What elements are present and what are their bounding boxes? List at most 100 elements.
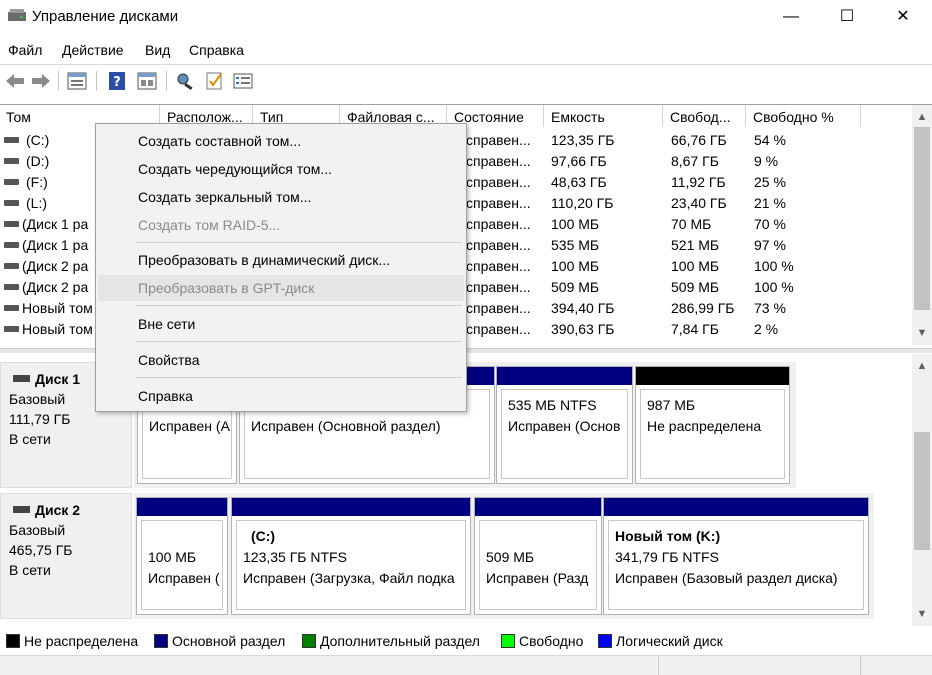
scroll-down-icon[interactable]: ▼ bbox=[912, 604, 932, 624]
cell-free: 7,84 ГБ bbox=[671, 321, 719, 337]
partition[interactable]: 509 МБ Исправен (Разд bbox=[474, 497, 602, 615]
disk-2-name: Диск 2 bbox=[9, 500, 123, 520]
partition-c[interactable]: (C:) 123,35 ГБ NTFS Исправен (Загрузка, … bbox=[231, 497, 471, 615]
cell-status: справен... bbox=[466, 237, 531, 253]
menu-item-create-spanned[interactable]: Создать составной том... bbox=[98, 128, 464, 154]
partition-status: Исправен (Основ bbox=[508, 418, 621, 434]
cell-capacity: 48,63 ГБ bbox=[551, 174, 607, 190]
cell-status: справен... bbox=[466, 279, 531, 295]
disk-management-icon bbox=[8, 9, 26, 21]
legend: Не распределена Основной раздел Дополнит… bbox=[0, 630, 932, 652]
scroll-down-icon[interactable]: ▼ bbox=[912, 323, 932, 343]
partition-unallocated[interactable]: 987 МБ Не распределена bbox=[635, 366, 790, 484]
forward-icon[interactable] bbox=[30, 71, 52, 91]
partition-status: Исправен (Основной раздел) bbox=[251, 418, 441, 434]
partition[interactable]: 535 МБ NTFS Исправен (Основ bbox=[496, 366, 633, 484]
cell-free-percent: 54 % bbox=[754, 132, 786, 148]
legend-swatch bbox=[598, 634, 612, 648]
context-menu: Создать составной том... Создать чередую… bbox=[95, 123, 467, 412]
rescan-icon[interactable] bbox=[174, 71, 196, 91]
scrollbar-thumb[interactable] bbox=[914, 432, 930, 550]
disk-icon bbox=[13, 375, 30, 382]
minimize-button[interactable]: — bbox=[768, 0, 814, 34]
partition-k[interactable]: Новый том (K:) 341,79 ГБ NTFS Исправен (… bbox=[603, 497, 869, 615]
window-title: Управление дисками bbox=[32, 8, 179, 25]
partition-status: Исправен ( bbox=[148, 570, 220, 586]
cell-free-percent: 25 % bbox=[754, 174, 786, 190]
disk-2-state: В сети bbox=[9, 562, 51, 578]
menu-help[interactable]: Справка bbox=[189, 42, 244, 58]
legend-swatch bbox=[154, 634, 168, 648]
volume-icon bbox=[4, 284, 19, 290]
column-header-free[interactable]: Свобод... bbox=[664, 105, 746, 127]
menu-item-create-mirrored[interactable]: Создать зеркальный том... bbox=[98, 184, 464, 210]
menu-item-convert-dynamic[interactable]: Преобразовать в динамический диск... bbox=[98, 247, 464, 273]
status-separator bbox=[860, 656, 861, 675]
cell-free: 100 МБ bbox=[671, 258, 720, 274]
toolbar-separator bbox=[96, 71, 97, 91]
cell-capacity: 509 МБ bbox=[551, 279, 600, 295]
cell-capacity: 535 МБ bbox=[551, 237, 600, 253]
partition-name: Новый том (K:) bbox=[615, 528, 721, 544]
cell-capacity: 110,20 ГБ bbox=[551, 195, 614, 211]
cell-capacity: 394,40 ГБ bbox=[551, 300, 615, 316]
menu-item-create-striped[interactable]: Создать чередующийся том... bbox=[98, 156, 464, 182]
legend-item: Логический диск bbox=[598, 632, 723, 650]
partition-bar bbox=[475, 498, 601, 516]
menu-view[interactable]: Вид bbox=[145, 42, 170, 58]
toolbar-separator bbox=[166, 71, 167, 91]
properties-icon[interactable] bbox=[66, 71, 88, 91]
column-header-capacity[interactable]: Емкость bbox=[545, 105, 663, 127]
check-icon[interactable] bbox=[204, 71, 226, 91]
partition-bar bbox=[232, 498, 470, 516]
menu-item-offline[interactable]: Вне сети bbox=[98, 311, 464, 337]
menu-item-properties[interactable]: Свойства bbox=[98, 347, 464, 373]
legend-swatch bbox=[302, 634, 316, 648]
disk-1-state: В сети bbox=[9, 431, 51, 447]
menu-separator bbox=[136, 377, 462, 378]
cell-free-percent: 9 % bbox=[754, 153, 779, 169]
cell-free: 11,92 ГБ bbox=[671, 174, 726, 190]
partition-size: 535 МБ NTFS bbox=[508, 397, 597, 413]
partition[interactable]: 100 МБ Исправен ( bbox=[136, 497, 228, 615]
cell-capacity: 100 МБ bbox=[551, 216, 600, 232]
cell-free-percent: 73 % bbox=[754, 300, 786, 316]
cell-status: справен... bbox=[466, 153, 531, 169]
help-icon[interactable]: ? bbox=[106, 71, 128, 91]
disk-2-label[interactable]: Диск 2 Базовый 465,75 ГБ В сети bbox=[0, 493, 132, 619]
cell-free: 23,40 ГБ bbox=[671, 195, 727, 211]
scrollbar-thumb[interactable] bbox=[914, 127, 930, 310]
partition-bar bbox=[137, 498, 227, 516]
menu-separator bbox=[136, 341, 462, 342]
view-icon[interactable] bbox=[136, 71, 158, 91]
column-header-free-percent[interactable]: Свободно % bbox=[747, 105, 861, 127]
menu-action[interactable]: Действие bbox=[62, 42, 124, 58]
volume-list-scrollbar[interactable]: ▲ ▼ bbox=[912, 105, 932, 345]
partition-size: 509 МБ bbox=[486, 549, 535, 565]
menu-item-help[interactable]: Справка bbox=[98, 383, 464, 409]
scroll-up-icon[interactable]: ▲ bbox=[912, 356, 932, 376]
partition-status: Исправен (Загрузка, Файл подка bbox=[243, 570, 455, 586]
partition-status: Не распределена bbox=[647, 418, 762, 434]
close-button[interactable]: ✕ bbox=[880, 0, 926, 34]
partition-status: Исправен (А bbox=[149, 418, 230, 434]
menu-file[interactable]: Файл bbox=[8, 42, 42, 58]
partition-size: 100 МБ bbox=[148, 549, 197, 565]
back-icon[interactable] bbox=[4, 71, 26, 91]
cell-free-percent: 70 % bbox=[754, 216, 786, 232]
list-icon[interactable] bbox=[232, 71, 254, 91]
partition-status: Исправен (Базовый раздел диска) bbox=[615, 570, 838, 586]
disk-map-scrollbar[interactable]: ▲ ▼ bbox=[912, 354, 932, 626]
cell-free: 509 МБ bbox=[671, 279, 720, 295]
maximize-button[interactable]: ☐ bbox=[824, 0, 870, 34]
menu-bar: Файл Действие Вид Справка bbox=[0, 40, 932, 62]
volume-icon bbox=[4, 200, 19, 206]
cell-status: справен... bbox=[466, 300, 531, 316]
cell-capacity: 123,35 ГБ bbox=[551, 132, 615, 148]
status-separator bbox=[658, 656, 659, 675]
volume-icon bbox=[4, 179, 19, 185]
scroll-up-icon[interactable]: ▲ bbox=[912, 107, 932, 127]
menu-separator bbox=[136, 305, 462, 306]
title-bar: Управление дисками — ☐ ✕ bbox=[0, 0, 932, 34]
volume-icon bbox=[4, 242, 19, 248]
